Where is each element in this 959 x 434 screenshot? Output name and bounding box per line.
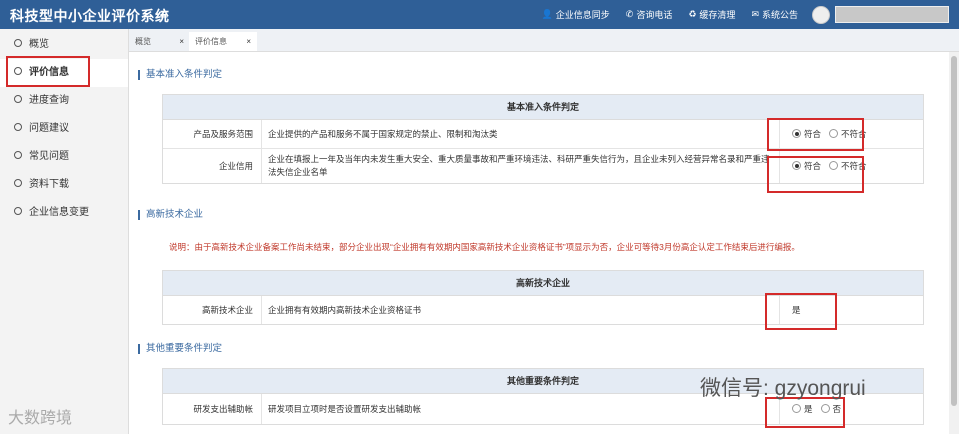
section-title-basic: 基本准入条件判定 [138, 70, 222, 80]
watermark-wechat: 微信号: gzyongrui [700, 377, 866, 400]
username-redacted[interactable] [835, 6, 949, 23]
circle-icon [14, 39, 22, 48]
radio-option-no[interactable]: 否 [820, 403, 842, 415]
tab-evaluation-info[interactable]: 评价信息 × [189, 32, 257, 51]
radio-group: 符合 不符合 [780, 149, 923, 183]
circle-icon [14, 207, 22, 216]
radio-label: 符合 [804, 161, 822, 171]
nav-system-notice[interactable]: ✉ 系统公告 [751, 8, 798, 21]
circle-icon [14, 179, 22, 188]
radio-option-not-comply[interactable]: 不符合 [829, 160, 867, 172]
radio-icon [820, 404, 830, 414]
sidebar-item-label: 评价信息 [29, 67, 69, 78]
scrollbar-thumb[interactable] [951, 56, 957, 406]
sidebar-item-label: 企业信息变更 [29, 207, 89, 218]
circle-icon [14, 123, 22, 132]
radio-label: 不符合 [841, 161, 867, 171]
user-icon: 👤 [541, 9, 553, 19]
nav-clear-cache[interactable]: ♻ 缓存清理 [688, 8, 735, 21]
radio-icon [829, 129, 839, 139]
row-desc: 企业在填报上一年及当年内未发生重大安全、重大质量事故和严重环境违法、科研严重失信… [262, 149, 780, 183]
sidebar-item-feedback[interactable]: 问题建议 [0, 115, 128, 143]
table-header: 基本准入条件判定 [163, 95, 923, 120]
circle-icon [14, 67, 22, 76]
sidebar-item-company-change[interactable]: 企业信息变更 [0, 199, 128, 227]
sidebar-item-overview[interactable]: 概览 [0, 31, 128, 59]
recycle-icon: ♻ [688, 9, 697, 19]
row-label: 企业信用 [163, 149, 262, 183]
nav-label: 咨询电话 [636, 10, 673, 20]
radio-checked-icon [792, 129, 801, 139]
radio-icon [792, 404, 801, 414]
basic-conditions-table: 基本准入条件判定 产品及服务范围 企业提供的产品和服务不属于国家规定的禁止、限制… [162, 94, 924, 184]
sidebar-item-downloads[interactable]: 资料下载 [0, 171, 128, 199]
tab-overview[interactable]: 概览 × [129, 32, 190, 51]
top-bar: 科技型中小企业评价系统 ≡ 👤 企业信息同步 ✆ 咨询电话 ♻ 缓存清理 ✉ 系… [0, 0, 959, 29]
nav-sync-company-info[interactable]: 👤 企业信息同步 [542, 8, 610, 21]
table-header: 高新技术企业 [163, 271, 923, 296]
notice-icon: ✉ [751, 9, 759, 19]
radio-label: 不符合 [841, 129, 867, 139]
row-desc: 企业提供的产品和服务不属于国家规定的禁止、限制和淘汰类 [262, 120, 780, 148]
hamburger-icon[interactable]: ≡ [160, 6, 168, 22]
section-title-hitech: 高新技术企业 [138, 210, 203, 220]
sidebar-item-progress[interactable]: 进度查询 [0, 87, 128, 115]
radio-option-comply[interactable]: 符合 [792, 128, 821, 140]
tab-bar: 概览 × 评价信息 × [129, 29, 959, 52]
tab-label: 评价信息 [195, 37, 227, 46]
radio-option-yes[interactable]: 是 [792, 403, 813, 415]
scrollbar[interactable] [949, 52, 959, 434]
table-row: 产品及服务范围 企业提供的产品和服务不属于国家规定的禁止、限制和淘汰类 符合 不… [163, 120, 923, 149]
hitech-note: 说明：由于高新技术企业备案工作尚未结束，部分企业出现“企业拥有有效期内国家高新技… [169, 242, 800, 252]
radio-label: 符合 [804, 129, 822, 139]
sidebar-item-label: 常见问题 [29, 151, 69, 162]
row-label: 高新技术企业 [163, 296, 262, 324]
circle-icon [14, 151, 22, 160]
nav-label: 缓存清理 [699, 10, 736, 20]
circle-icon [14, 95, 22, 104]
radio-option-not-comply[interactable]: 不符合 [829, 128, 867, 140]
sidebar-item-label: 资料下载 [29, 179, 69, 190]
nav-consult-phone[interactable]: ✆ 咨询电话 [626, 8, 673, 21]
table-row: 企业信用 企业在填报上一年及当年内未发生重大安全、重大质量事故和严重环境违法、科… [163, 149, 923, 183]
sidebar-item-evaluation-info[interactable]: 评价信息 [0, 59, 128, 87]
row-label: 研发支出辅助帐 [163, 394, 262, 424]
watermark-logo: 大数跨境 [8, 410, 73, 427]
radio-checked-icon [792, 161, 801, 171]
radio-label: 否 [832, 404, 842, 414]
sidebar-item-label: 概览 [29, 39, 49, 50]
sidebar: 概览 评价信息 进度查询 问题建议 常见问题 资料下载 企业信息变更 [0, 29, 129, 434]
table-row: 高新技术企业 企业拥有有效期内高新技术企业资格证书 是 [163, 296, 923, 324]
radio-label: 是 [804, 404, 813, 414]
close-icon[interactable]: × [246, 32, 251, 51]
section-title-other: 其他重要条件判定 [138, 344, 222, 354]
avatar[interactable] [812, 5, 830, 24]
close-icon[interactable]: × [179, 32, 184, 51]
app-title: 科技型中小企业评价系统 [10, 8, 170, 24]
radio-icon [829, 161, 839, 171]
row-desc: 企业拥有有效期内高新技术企业资格证书 [262, 296, 780, 324]
row-value: 是 [792, 305, 801, 315]
row-label: 产品及服务范围 [163, 120, 262, 148]
sidebar-item-label: 进度查询 [29, 95, 69, 106]
radio-option-comply[interactable]: 符合 [792, 160, 821, 172]
nav-label: 企业信息同步 [555, 10, 610, 20]
phone-icon: ✆ [625, 9, 634, 19]
top-nav: 👤 企业信息同步 ✆ 咨询电话 ♻ 缓存清理 ✉ 系统公告 [526, 0, 949, 29]
radio-group: 符合 不符合 [780, 120, 923, 148]
hitech-table: 高新技术企业 高新技术企业 企业拥有有效期内高新技术企业资格证书 是 [162, 270, 924, 325]
tab-label: 概览 [135, 37, 151, 46]
sidebar-item-faq[interactable]: 常见问题 [0, 143, 128, 171]
nav-label: 系统公告 [761, 10, 798, 20]
sidebar-item-label: 问题建议 [29, 123, 69, 134]
